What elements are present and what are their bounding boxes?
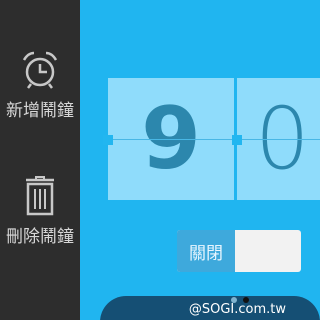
trash-icon xyxy=(18,174,62,218)
hour-card[interactable]: 9 xyxy=(108,78,234,200)
delete-alarm-label: 刪除鬧鐘 xyxy=(6,227,74,247)
main-panel: 9 0 關閉 xyxy=(80,0,320,320)
add-alarm-label: 新增鬧鐘 xyxy=(6,101,74,121)
card-hinge xyxy=(108,139,234,140)
add-alarm-button[interactable]: 新增鬧鐘 xyxy=(0,48,80,121)
watermark: @SOGI.com.tw xyxy=(188,302,286,317)
card-notch xyxy=(232,135,242,145)
alarm-toggle[interactable]: 關閉 xyxy=(177,230,301,272)
alarm-clock-icon xyxy=(18,48,62,92)
sidebar: 新增鬧鐘 刪除鬧鐘 xyxy=(0,0,80,320)
card-notch xyxy=(103,135,113,145)
card-hinge xyxy=(237,139,320,140)
minute-card[interactable]: 0 xyxy=(237,78,320,200)
toggle-off-label: 關閉 xyxy=(177,230,235,272)
delete-alarm-button[interactable]: 刪除鬧鐘 xyxy=(0,174,80,247)
